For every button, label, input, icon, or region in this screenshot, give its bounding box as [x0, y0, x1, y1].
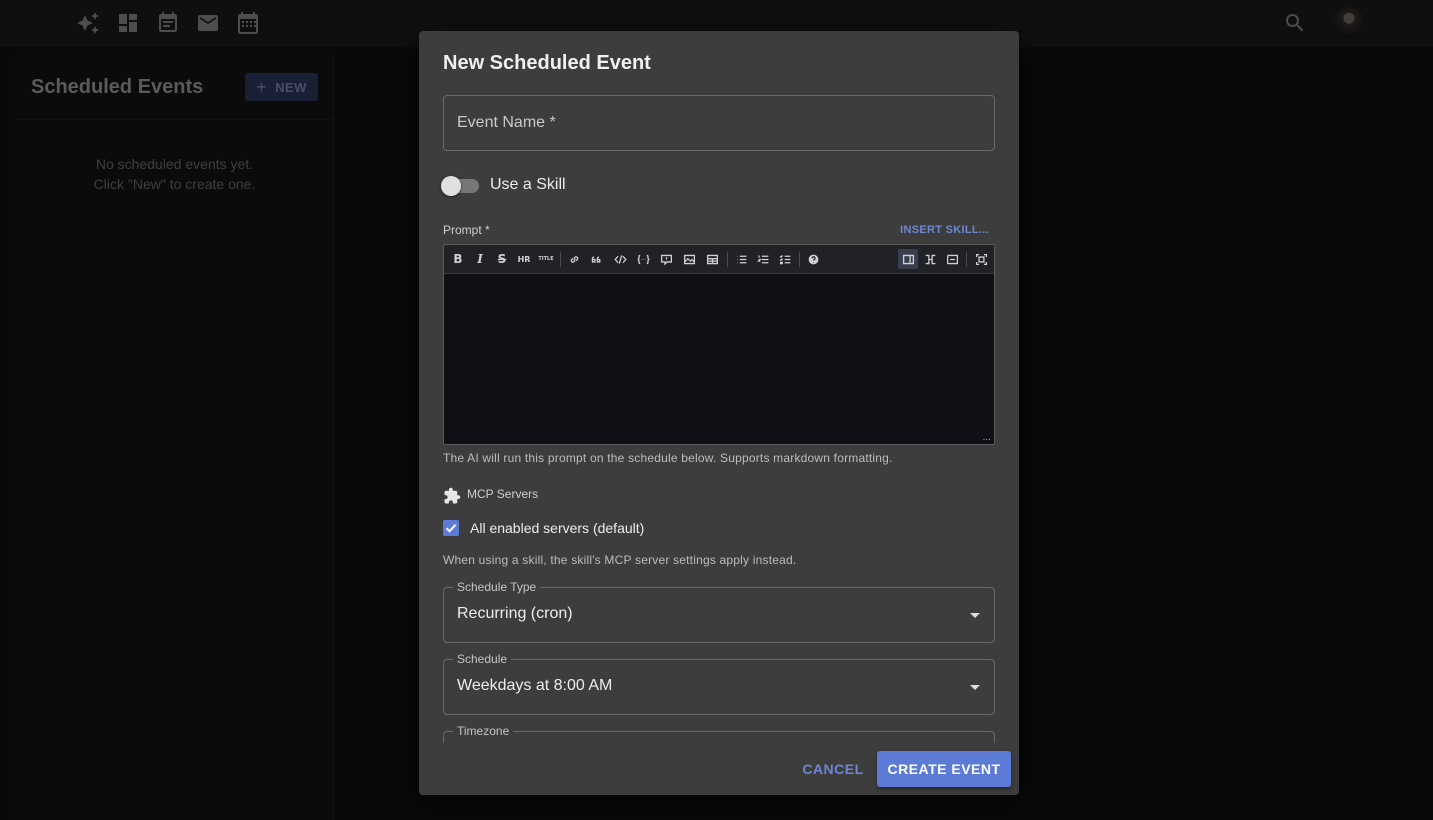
- mcp-servers-label: MCP Servers: [467, 487, 539, 501]
- editor-resize-handle[interactable]: ...: [983, 432, 991, 443]
- numbered-list-icon[interactable]: [754, 250, 772, 268]
- schedule-label: Schedule: [453, 652, 512, 666]
- dialog-title: New Scheduled Event: [443, 52, 651, 74]
- link-icon[interactable]: [565, 250, 583, 268]
- split-view-icon[interactable]: [921, 250, 939, 268]
- dropdown-arrow-icon: [970, 685, 980, 690]
- title-button[interactable]: TITLE: [537, 250, 555, 268]
- new-event-dialog: New Scheduled Event Event Name * Use a S…: [419, 31, 1019, 795]
- prompt-helper-text: The AI will run this prompt on the sched…: [443, 451, 893, 465]
- bold-button[interactable]: B: [449, 250, 467, 268]
- dropdown-arrow-icon: [970, 613, 980, 618]
- editor-toolbar: B I S HR TITLE: [444, 245, 994, 274]
- schedule-type-label: Schedule Type: [453, 580, 541, 594]
- code-block-icon[interactable]: [634, 250, 652, 268]
- schedule-type-value: Recurring (cron): [457, 605, 573, 622]
- horizontal-rule-button[interactable]: HR: [515, 250, 533, 268]
- timezone-label: Timezone: [453, 724, 514, 738]
- prompt-editor[interactable]: B I S HR TITLE ...: [443, 244, 995, 445]
- toolbar-separator: [799, 252, 800, 267]
- event-name-placeholder: Event Name *: [457, 114, 556, 131]
- toggle-thumb: [441, 176, 461, 196]
- strikethrough-button[interactable]: S: [493, 250, 511, 268]
- callout-icon[interactable]: [657, 250, 675, 268]
- code-icon[interactable]: [611, 250, 629, 268]
- toolbar-separator: [727, 252, 728, 267]
- create-event-button[interactable]: CREATE EVENT: [877, 751, 1011, 787]
- checklist-icon[interactable]: [776, 250, 794, 268]
- schedule-select[interactable]: Schedule Weekdays at 8:00 AM: [443, 652, 995, 715]
- fullscreen-icon[interactable]: [972, 250, 990, 268]
- italic-button[interactable]: I: [471, 250, 489, 268]
- toolbar-separator: [560, 252, 561, 267]
- editor-only-view-icon[interactable]: [898, 249, 918, 269]
- all-servers-checkbox[interactable]: [443, 520, 459, 536]
- table-icon[interactable]: [703, 250, 721, 268]
- cancel-button[interactable]: CANCEL: [794, 751, 872, 787]
- mcp-helper-text: When using a skill, the skill's MCP serv…: [443, 553, 797, 567]
- toolbar-separator: [966, 252, 967, 267]
- prompt-label: Prompt *: [443, 223, 490, 237]
- help-icon[interactable]: [804, 250, 822, 268]
- schedule-value: Weekdays at 8:00 AM: [457, 677, 613, 694]
- check-icon: [445, 524, 457, 533]
- use-skill-toggle[interactable]: [441, 176, 479, 196]
- puzzle-icon: [444, 487, 461, 504]
- bulleted-list-icon[interactable]: [732, 250, 750, 268]
- event-name-input[interactable]: Event Name *: [443, 95, 995, 151]
- image-icon[interactable]: [680, 250, 698, 268]
- all-servers-label: All enabled servers (default): [470, 520, 645, 536]
- schedule-type-select[interactable]: Schedule Type Recurring (cron): [443, 580, 995, 643]
- use-skill-label: Use a Skill: [490, 176, 566, 193]
- dialog-actions: CANCEL CREATE EVENT: [419, 743, 1019, 795]
- quote-icon[interactable]: [587, 250, 605, 268]
- insert-skill-button[interactable]: INSERT SKILL...: [900, 224, 989, 236]
- preview-view-icon[interactable]: [943, 250, 961, 268]
